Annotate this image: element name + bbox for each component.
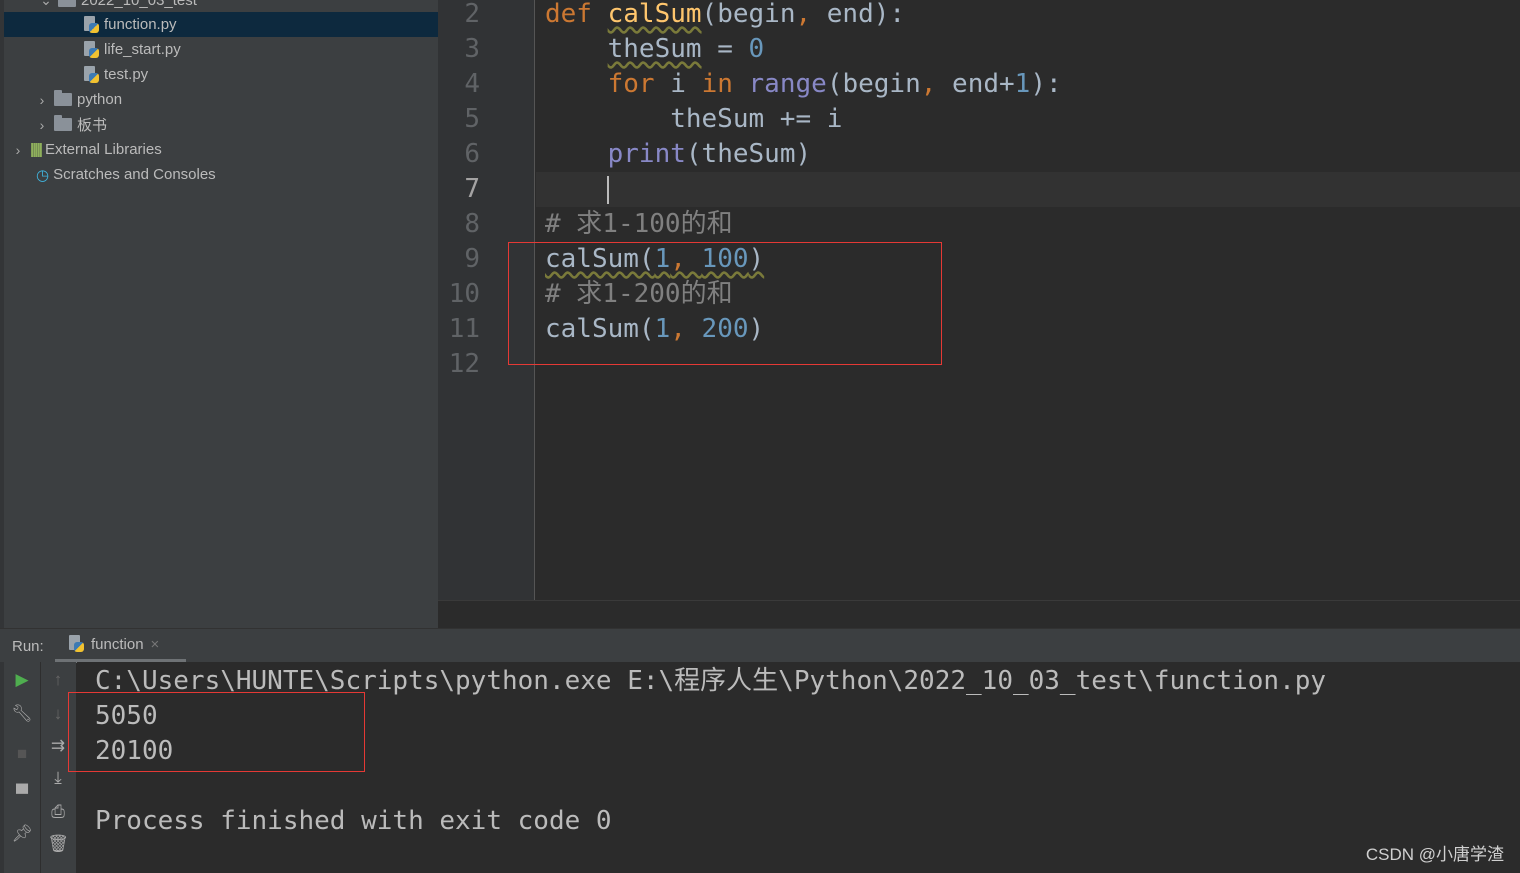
code-token: end+ <box>952 69 1015 99</box>
code-token: print <box>607 139 686 169</box>
chevron-right-icon[interactable]: › <box>36 117 48 133</box>
code-line[interactable]: theSum = 0 <box>545 32 765 67</box>
layout-icon[interactable]: ▀ <box>10 784 34 804</box>
editor-bottom <box>438 600 1520 628</box>
code-line[interactable]: def calSum(begin, end): <box>545 0 905 32</box>
chevron-right-icon[interactable]: › <box>36 92 48 108</box>
tree-external-libraries[interactable]: › ||||| External Libraries <box>4 137 438 162</box>
line-number: 8 <box>464 209 480 239</box>
tree-folder-banshu[interactable]: › 板书 <box>4 112 438 137</box>
code-token: (theSum) <box>685 139 812 169</box>
code-line[interactable]: for i in range(begin, end+1): <box>545 67 1062 102</box>
line-number: 12 <box>448 349 480 379</box>
console-exit-line: Process finished with exit code 0 <box>95 806 612 836</box>
scroll-to-end-icon[interactable]: ⤓ <box>46 768 70 788</box>
folder-icon <box>54 90 72 106</box>
scratches-icon: ◷ <box>36 166 50 184</box>
run-label: Run: <box>12 638 44 655</box>
line-number: 5 <box>464 104 480 134</box>
code-token: in <box>701 69 749 99</box>
tree-label: function.py <box>104 16 177 33</box>
tree-label: life_start.py <box>104 41 181 58</box>
code-token: , <box>920 69 953 99</box>
run-toolbar: Run: function × <box>0 628 1520 663</box>
folder-icon <box>54 115 72 131</box>
tree-label: 板书 <box>77 117 108 134</box>
line-number: 11 <box>448 314 480 344</box>
code-token: ): <box>1030 69 1062 99</box>
tree-label: Scratches and Consoles <box>53 166 216 183</box>
python-file-icon <box>84 15 100 34</box>
libraries-icon: ||||| <box>30 141 43 158</box>
folder-icon <box>58 0 76 7</box>
code-line[interactable]: # 求1-100的和 <box>545 207 733 242</box>
tree-folder-python[interactable]: › python <box>4 87 438 112</box>
tree-label: 2022_10_03_test <box>81 0 197 9</box>
code-token: theSum <box>607 34 702 64</box>
code-token: for <box>607 69 671 99</box>
code-token: (begin <box>701 0 796 29</box>
code-token: end): <box>826 0 906 29</box>
highlight-box-output <box>68 692 365 772</box>
code-token: , <box>795 0 827 29</box>
run-actions: ▶ 🔧︎ ■ ▀ 📌︎ <box>0 662 40 873</box>
watermark: CSDN @小唐学渣 <box>1365 845 1504 864</box>
line-number: 7 <box>464 174 480 204</box>
code-token: i <box>670 69 702 99</box>
print-icon[interactable]: ⎙ <box>46 802 70 822</box>
tree-scratches[interactable]: ◷ Scratches and Consoles <box>4 162 438 187</box>
code-token: range <box>748 69 827 99</box>
tree-file-life-start[interactable]: life_start.py <box>4 37 438 62</box>
wrench-icon[interactable]: 🔧︎ <box>10 704 34 724</box>
pin-icon[interactable]: 📌︎ <box>10 824 34 844</box>
stop-icon[interactable]: ■ <box>10 744 34 764</box>
line-number: 3 <box>464 34 480 64</box>
down-arrow-icon[interactable]: ↓ <box>46 704 70 724</box>
code-token: (begin <box>826 69 921 99</box>
project-tree: ⌄ 2022_10_03_test function.py life_start.… <box>0 0 438 628</box>
trash-icon[interactable]: 🗑︎ <box>46 834 70 854</box>
tree-label: External Libraries <box>44 141 162 158</box>
line-number: 6 <box>464 139 480 169</box>
up-arrow-icon[interactable]: ↑ <box>46 670 70 690</box>
soft-wrap-icon[interactable]: ⇉ <box>46 736 70 756</box>
chevron-right-icon[interactable]: › <box>12 142 24 158</box>
code-token: 1 <box>1014 69 1031 99</box>
tree-label: test.py <box>104 66 149 83</box>
chevron-down-icon: ⌄ <box>40 0 52 8</box>
code-token: theSum += i <box>545 104 843 134</box>
line-number: 9 <box>464 244 480 274</box>
code-token: def <box>545 0 608 29</box>
code-line[interactable]: theSum += i <box>545 102 842 137</box>
run-tab-function[interactable]: function × <box>55 629 186 663</box>
line-number: 10 <box>448 279 480 309</box>
text-caret <box>607 176 609 204</box>
line-number: 2 <box>464 0 480 29</box>
run-tab-label: function <box>91 635 144 653</box>
tree-file-function[interactable]: function.py <box>4 12 438 37</box>
code-token: calSum <box>607 0 702 29</box>
code-line[interactable]: print(theSum) <box>545 137 812 172</box>
python-file-icon <box>84 40 100 59</box>
current-line-highlight <box>536 172 1520 207</box>
tree-file-test[interactable]: test.py <box>4 62 438 87</box>
code-token: 0 <box>748 34 765 64</box>
python-file-icon <box>84 65 100 84</box>
highlight-box-calls <box>508 242 942 365</box>
close-tab-icon[interactable]: × <box>151 636 160 653</box>
code-token: # 求1-100的和 <box>545 209 733 239</box>
code-token: = <box>701 34 749 64</box>
line-number: 4 <box>464 69 480 99</box>
tree-label: python <box>77 91 123 108</box>
rerun-icon[interactable]: ▶ <box>10 670 34 690</box>
python-icon <box>69 635 85 653</box>
